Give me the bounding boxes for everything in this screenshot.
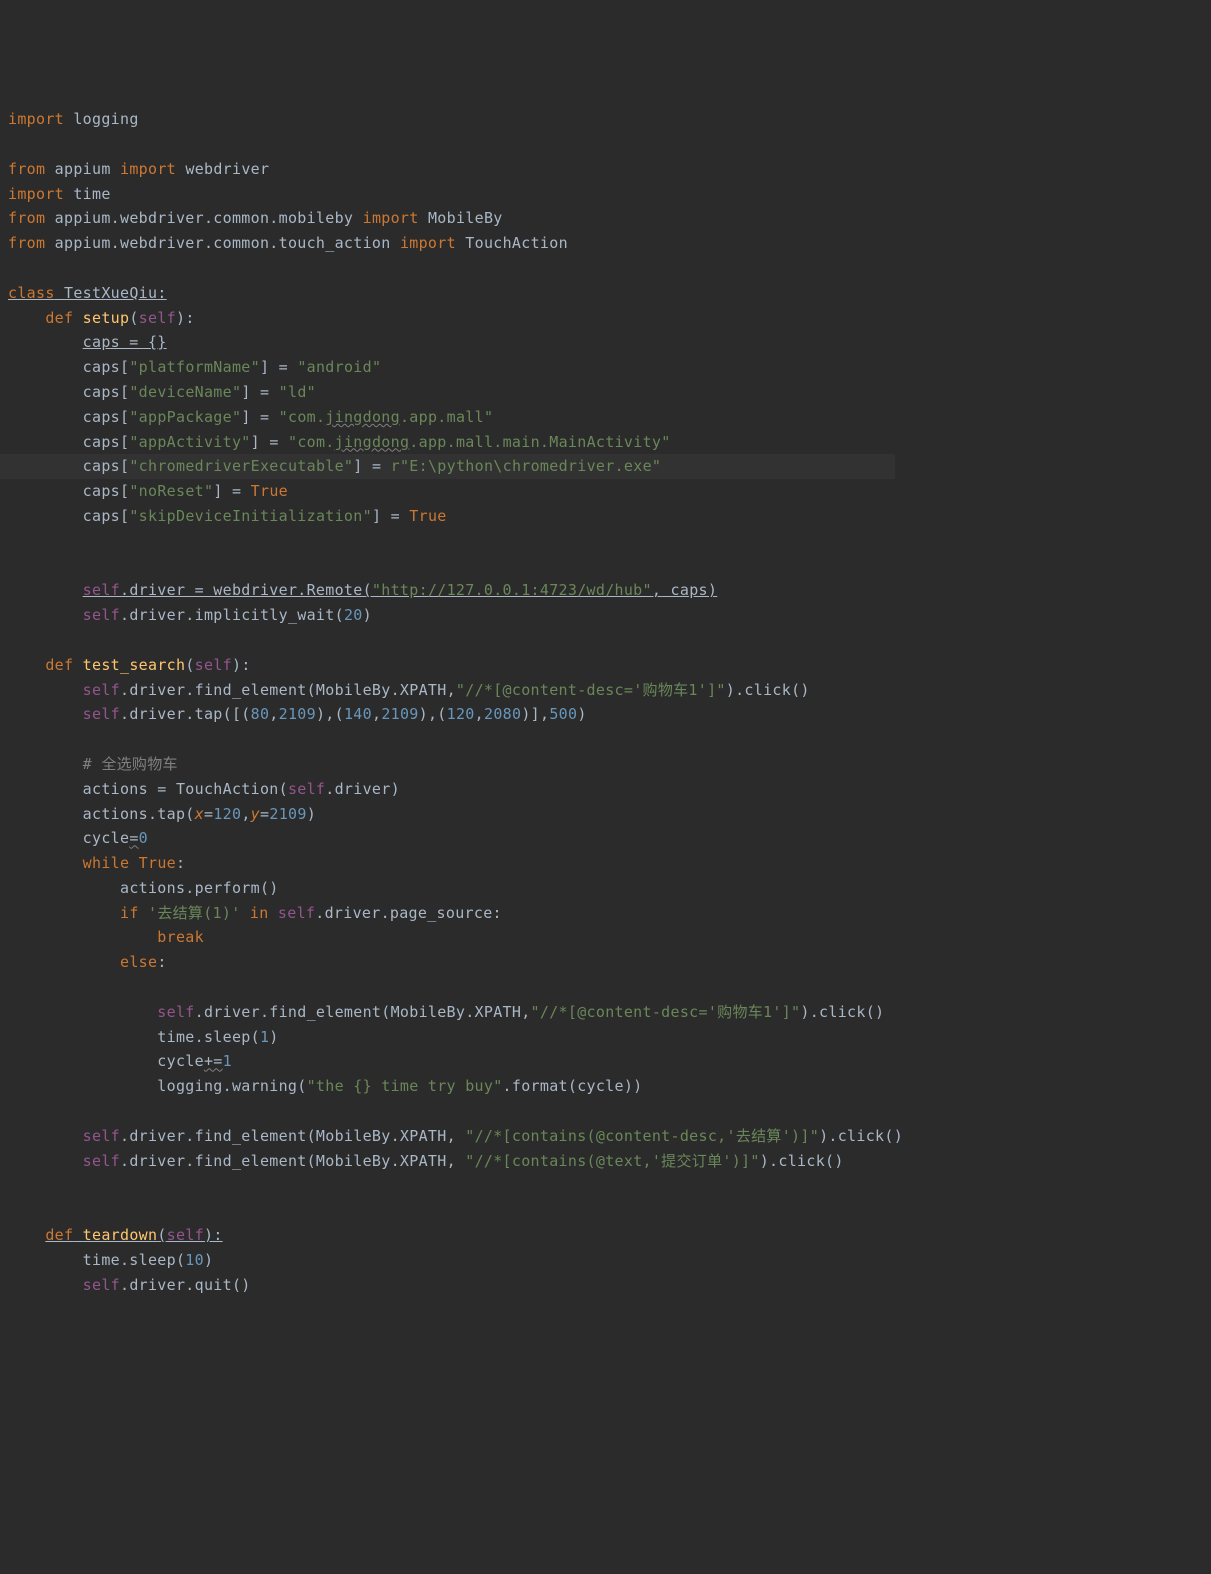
import-kw: import xyxy=(8,110,64,128)
import-mod: logging xyxy=(73,110,138,128)
code-editor[interactable]: import logging from appium import webdri… xyxy=(8,107,903,1297)
method-teardown: teardown xyxy=(83,1226,158,1244)
method-test-search: test_search xyxy=(83,656,186,674)
from-kw: from xyxy=(8,160,45,178)
comment-select-all: # 全选购物车 xyxy=(83,755,178,773)
current-line: caps["chromedriverExecutable"] = r"E:\py… xyxy=(0,454,895,479)
class-name: TestXueQiu xyxy=(64,284,157,302)
method-setup: setup xyxy=(83,309,130,327)
class-kw: class xyxy=(8,284,55,302)
